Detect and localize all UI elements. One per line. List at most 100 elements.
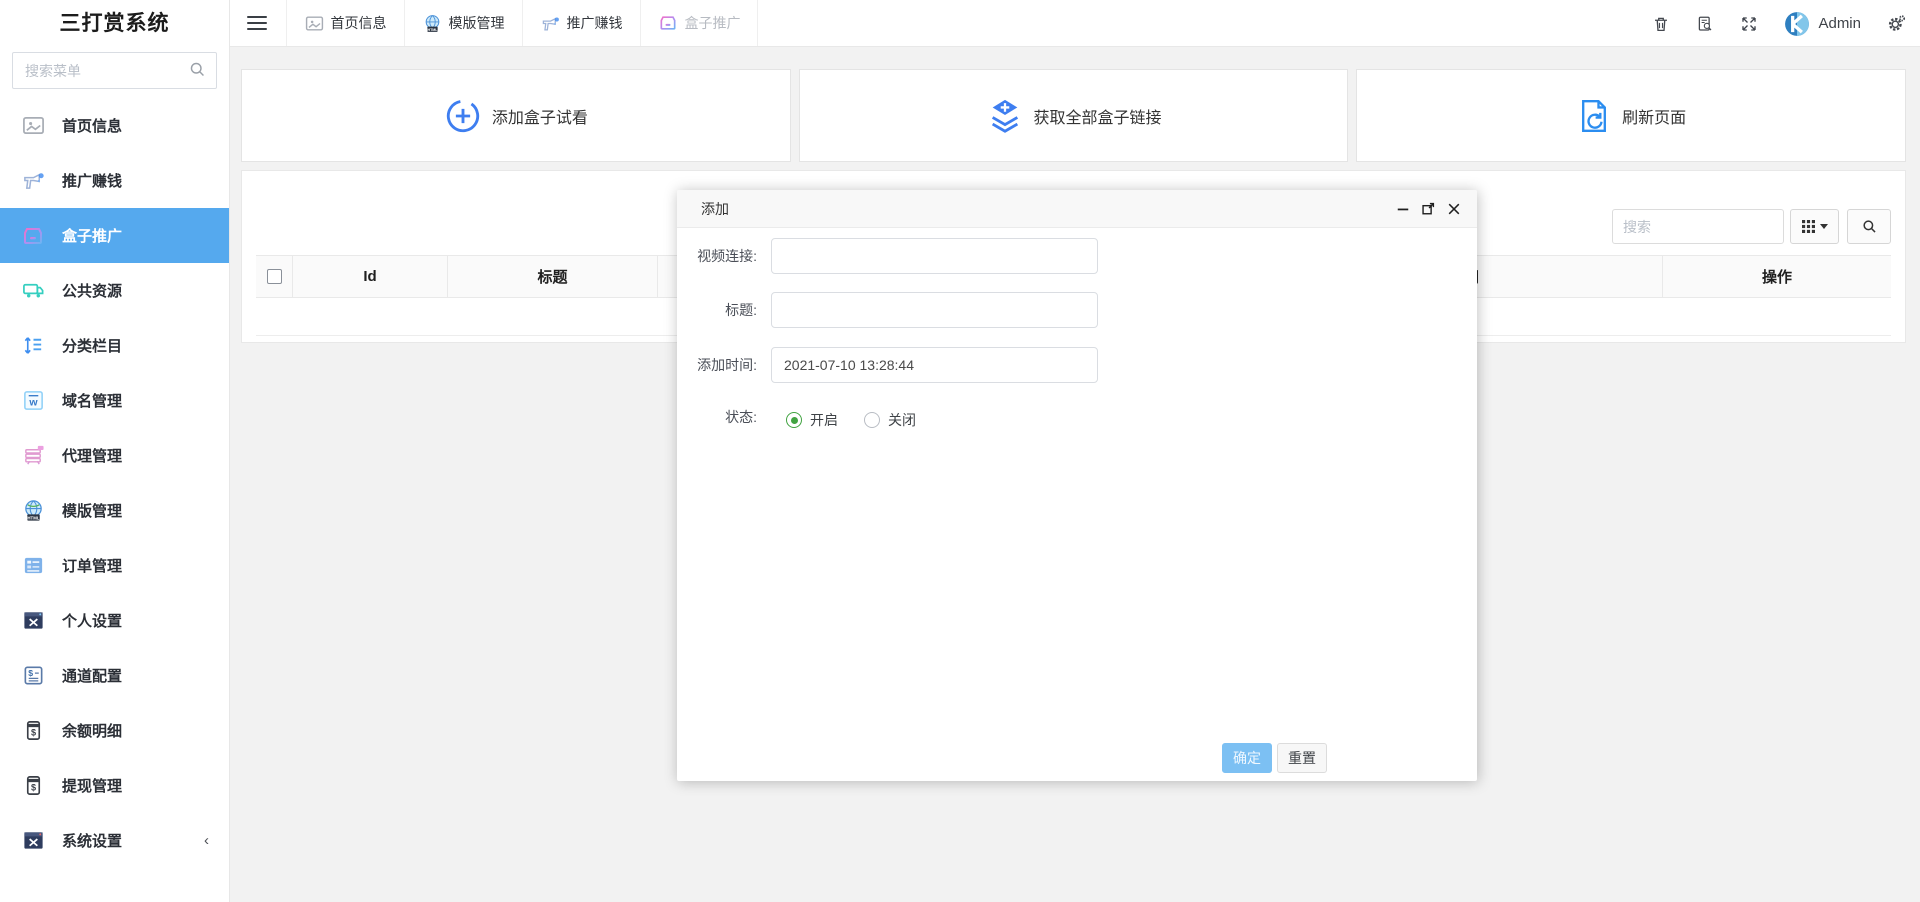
radio-selected-icon	[786, 412, 802, 428]
add-circle-icon	[444, 97, 482, 135]
svg-text:$: $	[30, 727, 35, 737]
sidebar-item-agent[interactable]: 代理管理	[0, 428, 229, 483]
sidebar-item-orders[interactable]: 订单管理	[0, 538, 229, 593]
maximize-icon[interactable]	[1421, 201, 1436, 216]
layers-plus-icon	[986, 97, 1024, 135]
tab-box-promote[interactable]: 盒子推广	[640, 0, 758, 46]
avatar	[1784, 11, 1810, 37]
user-menu[interactable]: Admin	[1784, 11, 1861, 37]
title-input[interactable]	[771, 292, 1098, 328]
get-all-box-links-button[interactable]: 获取全部盒子链接	[799, 69, 1349, 162]
sidebar-item-withdraw[interactable]: $ 提现管理	[0, 758, 229, 813]
sidebar-item-system-settings[interactable]: 系统设置 ‹	[0, 813, 229, 868]
table-search-button[interactable]	[1847, 209, 1891, 244]
table-search-input[interactable]	[1612, 209, 1784, 244]
video-link-row: 视频连接:	[677, 238, 1477, 274]
trash-icon[interactable]	[1652, 15, 1670, 33]
add-dialog: 添加 视频连接: 标题: 添加时间:	[677, 190, 1477, 781]
domain-icon: w	[20, 388, 46, 414]
dialog-header[interactable]: 添加	[677, 190, 1477, 228]
columns-toggle-button[interactable]	[1790, 209, 1839, 244]
template-globe-icon: HTML	[423, 14, 442, 33]
fullscreen-icon[interactable]	[1740, 15, 1758, 33]
promote-icon	[541, 14, 560, 33]
status-label: 状态:	[677, 402, 757, 432]
template-globe-icon: HTML	[20, 498, 46, 524]
sidebar-search	[12, 52, 217, 89]
add-time-label: 添加时间:	[677, 347, 757, 383]
file-search-icon[interactable]	[1696, 15, 1714, 33]
box-icon	[20, 223, 46, 249]
tab-home-info[interactable]: 首页信息	[286, 0, 404, 46]
video-link-input[interactable]	[771, 238, 1098, 274]
tab-promote-earn[interactable]: 推广赚钱	[522, 0, 640, 46]
close-icon[interactable]	[1447, 202, 1461, 216]
user-name: Admin	[1818, 15, 1861, 32]
home-info-icon	[20, 113, 46, 139]
confirm-button[interactable]: 确定	[1222, 743, 1272, 773]
channel-calc-icon: $	[20, 663, 46, 689]
status-on-radio[interactable]: 开启	[786, 410, 838, 430]
sidebar-item-home-info[interactable]: 首页信息	[0, 98, 229, 153]
svg-text:HTML: HTML	[427, 27, 438, 31]
profile-window-icon	[20, 608, 46, 634]
sidebar-item-category[interactable]: 分类栏目	[0, 318, 229, 373]
svg-text:w: w	[28, 396, 38, 408]
order-grid-icon	[20, 553, 46, 579]
col-id: Id	[293, 256, 448, 297]
title-row: 标题:	[677, 292, 1477, 328]
add-box-trial-button[interactable]: 添加盒子试看	[241, 69, 791, 162]
withdraw-icon: $	[20, 773, 46, 799]
dialog-title: 添加	[701, 199, 729, 219]
app-title: 三打赏系统	[0, 0, 229, 47]
agent-server-icon	[20, 443, 46, 469]
app-window: 三打赏系统 首页信息 推广赚钱	[0, 0, 1920, 902]
col-title: 标题	[448, 256, 658, 297]
category-sort-icon	[20, 333, 46, 359]
col-actions: 操作	[1663, 256, 1891, 297]
svg-text:$: $	[28, 668, 33, 678]
status-off-radio[interactable]: 关闭	[864, 410, 916, 430]
home-info-icon	[305, 14, 324, 33]
sidebar-item-profile-settings[interactable]: 个人设置	[0, 593, 229, 648]
radio-unselected-icon	[864, 412, 880, 428]
refresh-page-button[interactable]: 刷新页面	[1356, 69, 1906, 162]
settings-gear-icon[interactable]	[1887, 14, 1906, 33]
system-window-icon	[20, 828, 46, 854]
topbar-actions: Admin	[1652, 0, 1906, 47]
sidebar-search-input[interactable]	[12, 52, 217, 89]
status-row: 状态: 开启 关闭	[677, 402, 1477, 438]
sidebar: 三打赏系统 首页信息 推广赚钱	[0, 0, 230, 902]
sidebar-item-domain[interactable]: w 域名管理	[0, 373, 229, 428]
box-icon	[658, 13, 678, 33]
sidebar-item-public-resource[interactable]: 公共资源	[0, 263, 229, 318]
promote-icon	[20, 168, 46, 194]
doc-refresh-icon	[1576, 98, 1612, 134]
select-all-checkbox[interactable]	[267, 269, 282, 284]
tab-template-manage[interactable]: HTML 模版管理	[404, 0, 522, 46]
collapse-chevron-icon[interactable]: ‹	[204, 832, 209, 849]
select-all-cell	[256, 256, 293, 297]
reset-button[interactable]: 重置	[1277, 743, 1327, 773]
sidebar-item-balance-detail[interactable]: $ 余额明细	[0, 703, 229, 758]
search-icon	[189, 61, 206, 78]
add-time-row: 添加时间:	[677, 347, 1477, 383]
svg-text:HTML: HTML	[27, 515, 40, 520]
action-cards: 添加盒子试看 获取全部盒子链接 刷新页面	[241, 69, 1906, 162]
sidebar-menu: 首页信息 推广赚钱 盒子推广 公共资源	[0, 98, 229, 868]
menu-toggle-icon[interactable]	[247, 12, 267, 34]
sidebar-item-box-promote[interactable]: 盒子推广	[0, 208, 229, 263]
table-toolbar	[1612, 209, 1891, 244]
resource-truck-icon	[20, 278, 46, 304]
sidebar-item-channel-config[interactable]: $ 通道配置	[0, 648, 229, 703]
add-time-input[interactable]	[771, 347, 1098, 383]
sidebar-item-template[interactable]: HTML 模版管理	[0, 483, 229, 538]
topbar: 首页信息 HTML 模版管理 推广赚钱 盒子推广	[230, 0, 1920, 47]
dialog-footer: 确定 重置	[1222, 743, 1327, 773]
caret-down-icon	[1820, 224, 1828, 229]
svg-text:$: $	[30, 782, 35, 792]
minimize-icon[interactable]	[1396, 202, 1410, 216]
tab-strip: 首页信息 HTML 模版管理 推广赚钱 盒子推广	[286, 0, 758, 46]
sidebar-item-promote-earn[interactable]: 推广赚钱	[0, 153, 229, 208]
title-label: 标题:	[677, 292, 757, 328]
